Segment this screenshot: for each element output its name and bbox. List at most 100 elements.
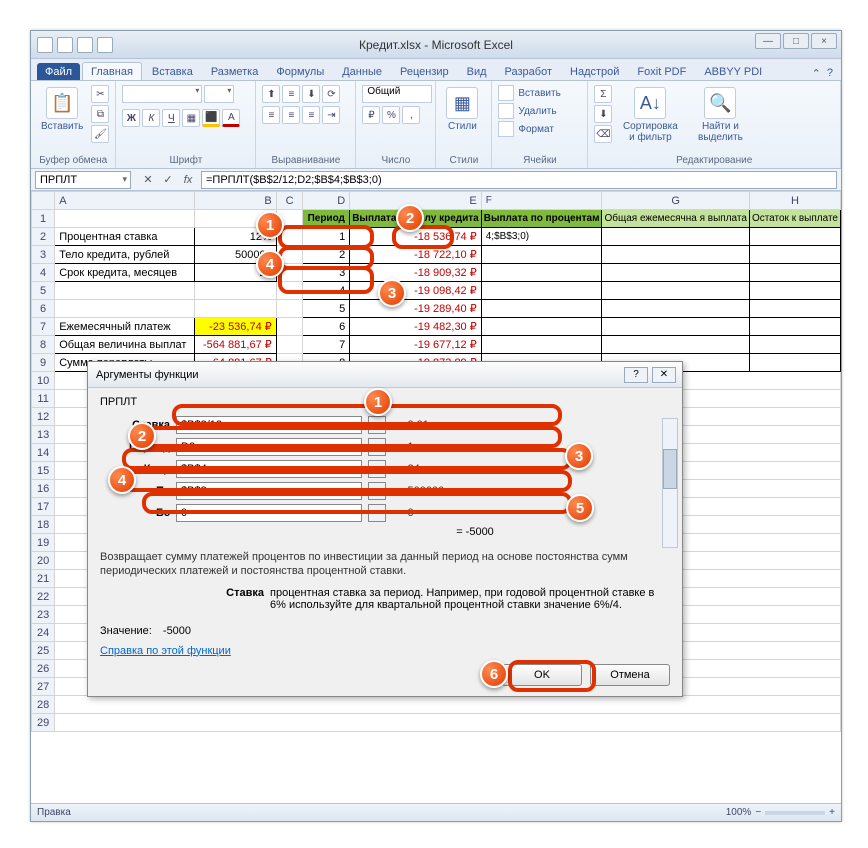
fill-icon[interactable]: ⬇ (594, 105, 612, 123)
dialog-titlebar[interactable]: Аргументы функции ? ✕ (88, 362, 682, 388)
row-header[interactable]: 7 (32, 318, 55, 336)
header-interest[interactable]: Выплата по процентам (481, 210, 602, 228)
tab-foxit[interactable]: Foxit PDF (629, 63, 694, 80)
cell[interactable]: -18 722,10 ₽ (350, 246, 482, 264)
col-header-F[interactable]: F (481, 192, 602, 210)
styles-button[interactable]: ▦ Стили (442, 85, 482, 134)
align-left-icon[interactable]: ≡ (262, 106, 280, 124)
row-header[interactable]: 1 (32, 210, 55, 228)
font-color-icon[interactable]: A (222, 109, 240, 127)
clear-icon[interactable]: ⌫ (594, 125, 612, 143)
header-period[interactable]: Период (303, 210, 350, 228)
cell[interactable]: 4 (303, 282, 350, 300)
range-picker-icon[interactable] (368, 416, 386, 434)
cell[interactable]: Тело кредита, рублей (55, 246, 195, 264)
indent-icon[interactable]: ⇥ (322, 106, 340, 124)
cut-icon[interactable]: ✂ (91, 85, 109, 103)
arg-input-period[interactable]: D2 (176, 438, 362, 456)
cancel-formula-icon[interactable]: ✕ (139, 171, 157, 189)
find-select-button[interactable]: 🔍 Найти и выделить (688, 85, 752, 145)
minimize-ribbon-icon[interactable]: ⌃ (812, 67, 821, 80)
tab-formulas[interactable]: Формулы (268, 63, 332, 80)
col-header-H[interactable]: H (749, 192, 840, 210)
enter-formula-icon[interactable]: ✓ (159, 171, 177, 189)
row-header[interactable]: 8 (32, 336, 55, 354)
row-header[interactable]: 4 (32, 264, 55, 282)
italic-icon[interactable]: К (142, 109, 160, 127)
currency-icon[interactable]: ₽ (362, 106, 380, 124)
tab-data[interactable]: Данные (334, 63, 390, 80)
row-header[interactable]: 3 (32, 246, 55, 264)
tab-file[interactable]: Файл (37, 63, 80, 80)
range-picker-icon[interactable] (368, 482, 386, 500)
underline-icon[interactable]: Ч (162, 109, 180, 127)
range-picker-icon[interactable] (368, 504, 386, 522)
arg-input-fv[interactable]: 0 (176, 504, 362, 522)
range-picker-icon[interactable] (368, 460, 386, 478)
cell[interactable]: 5 (303, 300, 350, 318)
cell[interactable]: -19 098,42 ₽ (350, 282, 482, 300)
align-bottom-icon[interactable]: ⬇ (302, 85, 320, 103)
cell[interactable]: Процентная ставка (55, 228, 195, 246)
cell[interactable]: 2 (303, 246, 350, 264)
cell[interactable]: 1 (303, 228, 350, 246)
copy-icon[interactable]: ⧉ (91, 105, 109, 123)
align-right-icon[interactable]: ≡ (302, 106, 320, 124)
tab-abbyy[interactable]: ABBYY PDI (696, 63, 770, 80)
cancel-button[interactable]: Отмена (590, 664, 670, 686)
dialog-help-icon[interactable]: ? (624, 367, 648, 383)
arg-input-nper[interactable]: $B$4 (176, 460, 362, 478)
name-box[interactable]: ПРПЛТ (35, 171, 131, 189)
tab-layout[interactable]: Разметка (203, 63, 267, 80)
cell[interactable]: -19 482,30 ₽ (350, 318, 482, 336)
zoom-value[interactable]: 100% (726, 807, 752, 818)
redo-icon[interactable] (97, 37, 113, 53)
cell[interactable]: 7 (303, 336, 350, 354)
row-header[interactable]: 9 (32, 354, 55, 372)
maximize-button[interactable]: □ (783, 33, 809, 49)
cell[interactable]: 6 (303, 318, 350, 336)
args-scrollbar[interactable] (662, 418, 678, 548)
col-header-C[interactable]: C (276, 192, 303, 210)
autosum-icon[interactable]: Σ (594, 85, 612, 103)
cell[interactable]: Ежемесячный платеж (55, 318, 195, 336)
tab-insert[interactable]: Вставка (144, 63, 201, 80)
select-all-corner[interactable] (32, 192, 55, 210)
tab-developer[interactable]: Разработ (497, 63, 560, 80)
font-name-combo[interactable] (122, 85, 202, 103)
row-header[interactable]: 5 (32, 282, 55, 300)
border-icon[interactable]: ▦ (182, 109, 200, 127)
tab-view[interactable]: Вид (459, 63, 495, 80)
function-help-link[interactable]: Справка по этой функции (100, 645, 231, 657)
font-size-combo[interactable] (204, 85, 234, 103)
cell[interactable]: Общая величина выплат (55, 336, 195, 354)
tab-home[interactable]: Главная (82, 62, 142, 80)
header-total[interactable]: Общая ежемесячна я выплата (602, 210, 749, 228)
comma-icon[interactable]: , (402, 106, 420, 124)
col-header-G[interactable]: G (602, 192, 749, 210)
col-header-D[interactable]: D (303, 192, 350, 210)
scrollbar-thumb[interactable] (663, 449, 677, 489)
cell[interactable]: -564 881,67 ₽ (195, 336, 276, 354)
align-middle-icon[interactable]: ≡ (282, 85, 300, 103)
tab-addins[interactable]: Надстрой (562, 63, 627, 80)
cell[interactable]: -23 536,74 ₽ (195, 318, 276, 336)
undo-icon[interactable] (77, 37, 93, 53)
cell[interactable]: -19 289,40 ₽ (350, 300, 482, 318)
minimize-button[interactable]: — (755, 33, 781, 49)
format-painter-icon[interactable]: 🖌 (91, 125, 109, 143)
ok-button[interactable]: OK (502, 664, 582, 686)
cell[interactable]: Срок кредита, месяцев (55, 264, 195, 282)
cells-format[interactable]: Формат (498, 121, 554, 137)
cell[interactable]: 3 (303, 264, 350, 282)
col-header-A[interactable]: A (55, 192, 195, 210)
formula-input[interactable]: =ПРПЛТ($B$2/12;D2;$B$4;$B$3;0) (201, 171, 837, 189)
help-icon[interactable]: ? (827, 67, 833, 80)
align-top-icon[interactable]: ⬆ (262, 85, 280, 103)
row-header[interactable]: 6 (32, 300, 55, 318)
header-remain[interactable]: Остаток к выплате (749, 210, 840, 228)
arg-input-pv[interactable]: $B$3 (176, 482, 362, 500)
arg-input-rate[interactable]: $B$2/12 (176, 416, 362, 434)
zoom-out-icon[interactable]: − (755, 807, 761, 818)
zoom-in-icon[interactable]: + (829, 807, 835, 818)
